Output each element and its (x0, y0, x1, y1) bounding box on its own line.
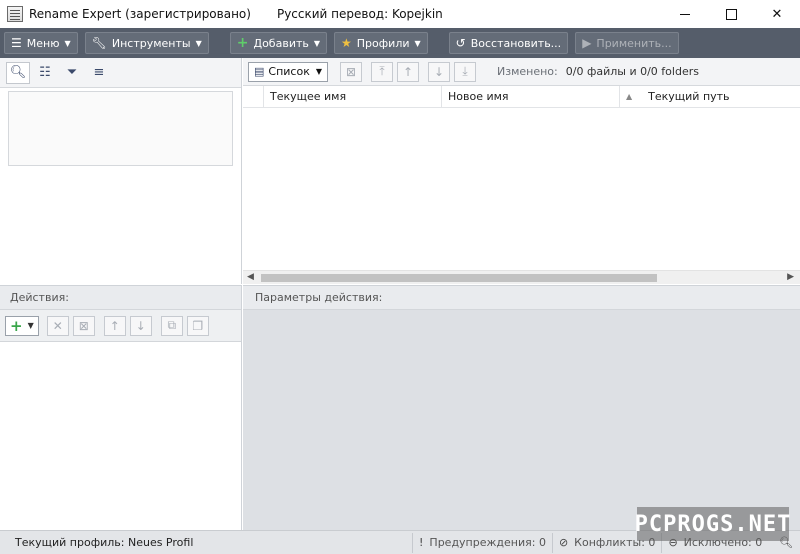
profiles-button[interactable]: ★ Профили ▼ (334, 32, 428, 54)
delete-icon: ✕ (52, 318, 63, 333)
file-list-toolbar: ▤ Список ▼ ⊠ ⤒ ↑ ↓ ⤓ Изменено: 0/0 файлы… (243, 58, 800, 86)
undo-icon: ↺ (455, 36, 466, 50)
window-subtitle: Русский перевод: Kopejkin (276, 7, 443, 21)
chevron-down-icon: ▼ (315, 67, 323, 76)
search-area[interactable] (8, 91, 233, 166)
action-up-button[interactable]: ↑ (103, 315, 126, 336)
tree-icon: ☷ (39, 65, 51, 80)
plus-icon: + (236, 35, 249, 51)
view-mode-label: Список (268, 65, 310, 78)
file-list-header: Текущее имя Новое имя ▲ Текущий путь (243, 85, 800, 108)
scrollbar-thumb[interactable] (261, 274, 657, 282)
params-header: Параметры действия: (243, 286, 800, 310)
horizontal-scrollbar[interactable]: ◀ ▶ (243, 270, 800, 284)
remove-action-button[interactable]: ⊠ (72, 315, 95, 336)
warnings-status[interactable]: ! Предупреждения: 0 (412, 532, 552, 553)
changed-value: 0/0 файлы и 0/0 folders (565, 65, 699, 78)
panel-tabs: 🔍︎ ☷ ⏷ ≡ (0, 58, 241, 88)
duplicate-action-button[interactable]: ⧉ (160, 315, 183, 336)
file-list-panel: ▤ Список ▼ ⊠ ⤒ ↑ ↓ ⤓ Изменено: 0/0 файлы… (243, 58, 800, 284)
remove-icon: ⊠ (345, 64, 357, 79)
actions-header: Действия: (0, 286, 241, 310)
move-bottom-button[interactable]: ⤓ (454, 61, 477, 82)
move-up-button[interactable]: ↑ (397, 61, 420, 82)
chevron-down-icon: ▼ (313, 38, 321, 48)
move-top-icon: ⤒ (379, 64, 385, 78)
tools-button[interactable]: 🔧︎ Инструменты ▼ (84, 32, 209, 54)
tab-tree[interactable]: ☷ (33, 62, 57, 84)
move-down-icon: ↓ (135, 318, 146, 333)
window-controls: ✕ (662, 0, 800, 28)
main-toolbar: ☰ Меню ▼ 🔧︎ Инструменты ▼ + Добавить ▼ ★… (0, 28, 800, 58)
warning-icon: ! (419, 536, 424, 549)
add-action-button[interactable]: + ▼ (5, 315, 39, 336)
chevron-down-icon: ▼ (414, 38, 421, 48)
add-label: Добавить (253, 36, 309, 50)
restore-button[interactable]: ↺ Восстановить... (448, 32, 569, 54)
column-current-name[interactable]: Текущее имя (264, 85, 442, 108)
chevron-down-icon: ▼ (64, 38, 71, 48)
profiles-label: Профили (356, 36, 410, 50)
close-button[interactable]: ✕ (754, 0, 800, 28)
tab-list[interactable]: ≡ (87, 62, 111, 84)
actions-panel: Действия: + ▼ ✕ ⊠ ↑ ↓ ⧉ ❐ (0, 285, 242, 530)
filter-panel: 🔍︎ ☷ ⏷ ≡ (0, 58, 242, 284)
actions-toolbar: + ▼ ✕ ⊠ ↑ ↓ ⧉ ❐ (0, 310, 241, 342)
duplicate-icon: ⧉ (167, 318, 177, 332)
app-icon (7, 6, 23, 22)
column-current-path[interactable]: ▲ Текущий путь (620, 86, 800, 108)
chevron-down-icon: ▼ (195, 38, 202, 48)
move-down-button[interactable]: ↓ (428, 61, 451, 82)
delete-action-button[interactable]: ✕ (46, 315, 69, 336)
title-bar: Rename Expert (зарегистрировано) Русский… (0, 0, 800, 28)
list-icon: ≡ (93, 65, 105, 80)
filter-icon: ⏷ (66, 65, 78, 80)
copy-icon: ❐ (192, 318, 204, 333)
restore-label: Восстановить... (470, 36, 562, 50)
sort-asc-icon: ▲ (626, 92, 633, 101)
star-icon: ★ (341, 36, 352, 50)
move-up-icon: ↑ (109, 318, 120, 333)
scroll-right-icon[interactable]: ▶ (787, 271, 794, 284)
column-checkbox[interactable] (243, 85, 264, 108)
window-title: Rename Expert (зарегистрировано) (29, 7, 251, 21)
remove-files-button[interactable]: ⊠ (340, 61, 363, 82)
menu-icon: ☰ (11, 36, 22, 50)
tab-search[interactable]: 🔍︎ (6, 61, 30, 84)
action-down-button[interactable]: ↓ (129, 315, 152, 336)
tab-filter[interactable]: ⏷ (60, 62, 84, 84)
scroll-left-icon[interactable]: ◀ (247, 271, 254, 284)
apply-label: Применить... (596, 36, 672, 50)
maximize-button[interactable] (708, 0, 754, 28)
move-top-button[interactable]: ⤒ (371, 61, 394, 82)
column-new-name[interactable]: Новое имя (442, 85, 620, 108)
search-icon: 🔍︎ (9, 65, 27, 80)
chevron-down-icon: ▼ (27, 321, 34, 330)
tools-label: Инструменты (111, 36, 191, 50)
watermark: PCPROGS.NET (635, 507, 790, 541)
play-icon: ▶ (582, 36, 592, 50)
add-button[interactable]: + Добавить ▼ (229, 32, 328, 54)
close-icon: ✕ (771, 6, 783, 22)
changed-label: Изменено: (497, 65, 558, 78)
plus-icon: + (10, 316, 23, 335)
move-bottom-icon: ⤓ (462, 64, 468, 78)
wrench-icon: 🔧︎ (91, 36, 107, 50)
copy-action-button[interactable]: ❐ (186, 315, 209, 336)
minimize-button[interactable] (662, 0, 708, 28)
menu-button[interactable]: ☰ Меню ▼ (4, 32, 78, 54)
menu-label: Меню (26, 36, 60, 50)
action-params-panel: Параметры действия: (243, 285, 800, 530)
current-profile: Текущий профиль: Neues Profil (15, 536, 194, 549)
conflict-icon: ⊘ (558, 536, 569, 549)
view-mode-select[interactable]: ▤ Список ▼ (248, 61, 329, 82)
list-view-icon: ▤ (254, 65, 265, 78)
apply-button[interactable]: ▶ Применить... (575, 32, 679, 54)
move-down-icon: ↓ (433, 64, 445, 79)
move-up-icon: ↑ (402, 64, 414, 79)
remove-icon: ⊠ (78, 318, 89, 333)
